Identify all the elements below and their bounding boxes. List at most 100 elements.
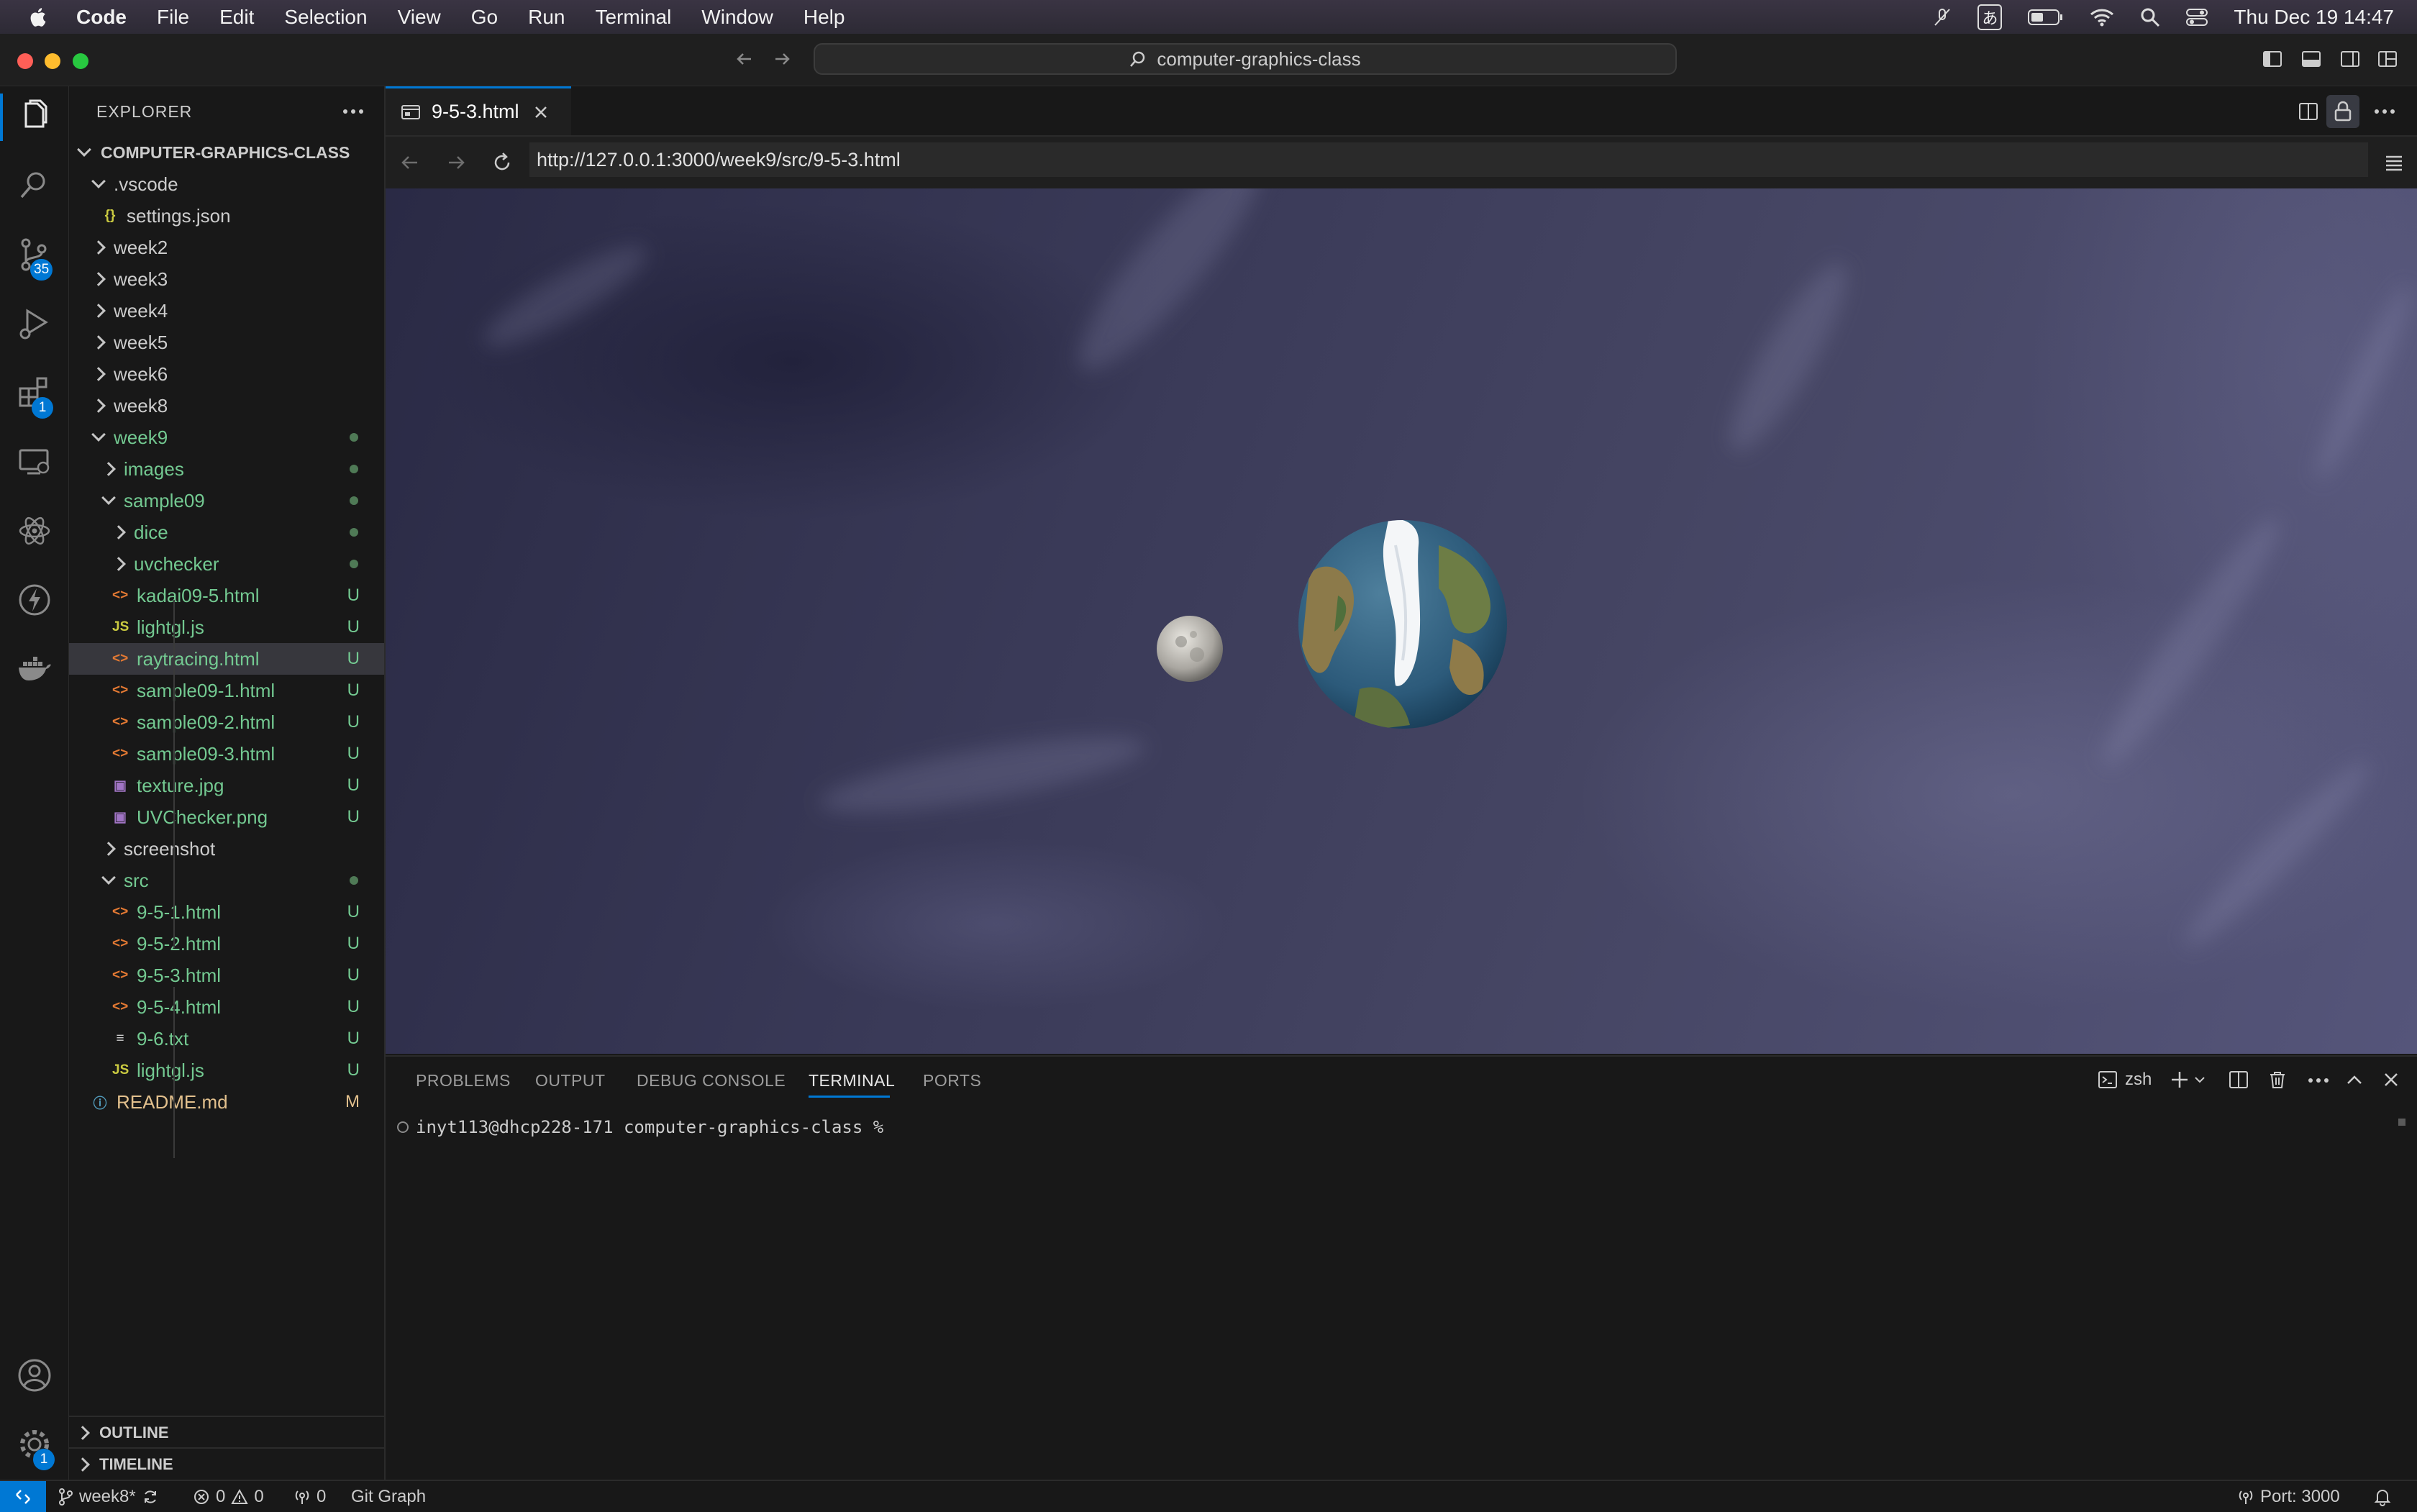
tree-file[interactable]: <> sample09-3.html U [69, 738, 384, 770]
search-view-icon[interactable] [16, 167, 53, 204]
tab-output[interactable]: OUTPUT [535, 1071, 606, 1090]
tree-file[interactable]: <> sample09-1.html U [69, 675, 384, 706]
react-atom-icon[interactable] [16, 512, 53, 550]
tree-file[interactable]: <> raytracing.html U [69, 643, 384, 675]
tree-file[interactable]: <> 9-5-4.html U [69, 991, 384, 1023]
app-menu[interactable]: Code [76, 6, 127, 29]
tree-folder[interactable]: .vscode [69, 168, 384, 200]
menu-go[interactable]: Go [471, 6, 498, 29]
tree-file[interactable]: JS lightgl.js U [69, 1055, 384, 1086]
tree-file[interactable]: JS lightgl.js U [69, 611, 384, 643]
menu-run[interactable]: Run [528, 6, 565, 29]
tree-folder[interactable]: week6 [69, 358, 384, 390]
explorer-files-icon[interactable] [16, 98, 53, 135]
tree-file[interactable]: <> kadai09-5.html U [69, 580, 384, 611]
tree-file[interactable]: {} settings.json [69, 200, 384, 232]
terminal-scrollbar[interactable] [2398, 1119, 2405, 1126]
tree-folder[interactable]: sample09 [69, 485, 384, 516]
close-window-button[interactable] [17, 53, 33, 69]
customize-layout-icon[interactable] [2377, 48, 2398, 70]
menu-view[interactable]: View [398, 6, 441, 29]
tree-file[interactable]: ≡ 9-6.txt U [69, 1023, 384, 1055]
chevron-down-icon[interactable] [2194, 1075, 2206, 1084]
toggle-secondary-sidebar-icon[interactable] [2339, 48, 2361, 70]
zoom-window-button[interactable] [73, 53, 88, 69]
terminal-output[interactable]: inyt113@dhcp228-171 computer-graphics-cl… [397, 1117, 883, 1137]
url-input[interactable]: http://127.0.0.1:3000/week9/src/9-5-3.ht… [529, 142, 2368, 177]
tree-folder[interactable]: src [69, 865, 384, 896]
lightning-icon[interactable] [16, 581, 53, 619]
problems-status[interactable]: 0 0 [193, 1481, 264, 1512]
minimize-window-button[interactable] [45, 53, 60, 69]
panel-more-actions-icon[interactable] [2308, 1077, 2329, 1084]
tree-file[interactable]: <> 9-5-3.html U [69, 960, 384, 991]
tree-file[interactable]: ▣ UVChecker.png U [69, 801, 384, 833]
workspace-root-folder[interactable]: COMPUTER-GRAPHICS-CLASS [69, 137, 384, 168]
kill-terminal-trash-icon[interactable] [2267, 1070, 2288, 1090]
new-terminal-plus-icon[interactable] [2170, 1070, 2190, 1090]
tree-file[interactable]: ⓘ README.md M [69, 1086, 384, 1118]
menu-terminal[interactable]: Terminal [595, 6, 671, 29]
run-and-debug-icon[interactable] [16, 305, 53, 342]
toggle-primary-sidebar-icon[interactable] [2262, 48, 2283, 70]
command-center-search[interactable]: computer-graphics-class [814, 43, 1677, 75]
timeline-section[interactable]: TIMELINE [69, 1449, 384, 1480]
remote-explorer-icon[interactable] [16, 443, 53, 481]
reload-icon[interactable] [491, 151, 514, 174]
accounts-icon[interactable] [16, 1357, 53, 1394]
tree-file[interactable]: <> 9-5-1.html U [69, 896, 384, 928]
input-method-indicator[interactable]: あ [1977, 4, 2003, 30]
sync-icon[interactable] [142, 1488, 159, 1506]
tree-folder[interactable]: week8 [69, 390, 384, 422]
menu-file[interactable]: File [157, 6, 189, 29]
menu-help[interactable]: Help [804, 6, 845, 29]
tree-folder[interactable]: dice [69, 516, 384, 548]
toggle-panel-icon[interactable] [2300, 48, 2322, 70]
tree-folder[interactable]: uvchecker [69, 548, 384, 580]
live-server-port-status[interactable]: Port: 3000 [2237, 1481, 2340, 1512]
tab-problems[interactable]: PROBLEMS [416, 1071, 511, 1090]
tree-file[interactable]: ▣ texture.jpg U [69, 770, 384, 801]
docker-icon[interactable] [16, 650, 53, 688]
browser-menu-icon[interactable] [2384, 152, 2404, 173]
terminal-shell-selector[interactable]: zsh [2098, 1067, 2152, 1093]
tab-ports[interactable]: PORTS [923, 1071, 981, 1090]
forward-arrow-icon[interactable] [771, 48, 793, 70]
tree-file[interactable]: <> sample09-2.html U [69, 706, 384, 738]
browser-forward-icon[interactable] [445, 151, 468, 174]
tree-folder[interactable]: screenshot [69, 833, 384, 865]
menubar-clock[interactable]: Thu Dec 19 14:47 [2234, 6, 2394, 29]
tree-folder[interactable]: week9 [69, 422, 384, 453]
mic-muted-icon[interactable] [1933, 7, 1952, 27]
menu-edit[interactable]: Edit [219, 6, 254, 29]
close-tab-icon[interactable] [534, 105, 548, 119]
close-panel-icon[interactable] [2382, 1071, 2400, 1088]
tree-folder[interactable]: week3 [69, 263, 384, 295]
split-editor-icon[interactable] [2298, 101, 2319, 122]
branch-status[interactable]: week8* [58, 1481, 159, 1512]
outline-section[interactable]: OUTLINE [69, 1417, 384, 1449]
remote-indicator[interactable] [0, 1481, 46, 1512]
menu-selection[interactable]: Selection [284, 6, 367, 29]
battery-icon[interactable] [2028, 9, 2064, 26]
ports-status[interactable]: 0 [293, 1481, 326, 1512]
editor-more-actions-icon[interactable] [2374, 108, 2395, 115]
tree-file[interactable]: <> 9-5-2.html U [69, 928, 384, 960]
back-arrow-icon[interactable] [734, 48, 755, 70]
control-center-icon[interactable] [2186, 8, 2208, 27]
more-actions-icon[interactable] [342, 108, 364, 115]
notifications-button[interactable] [2374, 1481, 2391, 1512]
browser-back-icon[interactable] [399, 151, 422, 174]
maximize-panel-chevron-up-icon[interactable] [2345, 1071, 2364, 1088]
tab-debug-console[interactable]: DEBUG CONSOLE [637, 1071, 786, 1090]
apple-logo-icon[interactable] [27, 6, 47, 28]
lock-group-button[interactable] [2326, 95, 2359, 128]
webgl-canvas[interactable] [386, 188, 2417, 1054]
tree-folder[interactable]: images [69, 453, 384, 485]
tab-terminal[interactable]: TERMINAL [809, 1071, 895, 1090]
tree-folder[interactable]: week5 [69, 327, 384, 358]
menu-window[interactable]: Window [701, 6, 773, 29]
tree-folder[interactable]: week4 [69, 295, 384, 327]
git-graph-button[interactable]: Git Graph [351, 1481, 426, 1512]
wifi-icon[interactable] [2090, 8, 2114, 27]
